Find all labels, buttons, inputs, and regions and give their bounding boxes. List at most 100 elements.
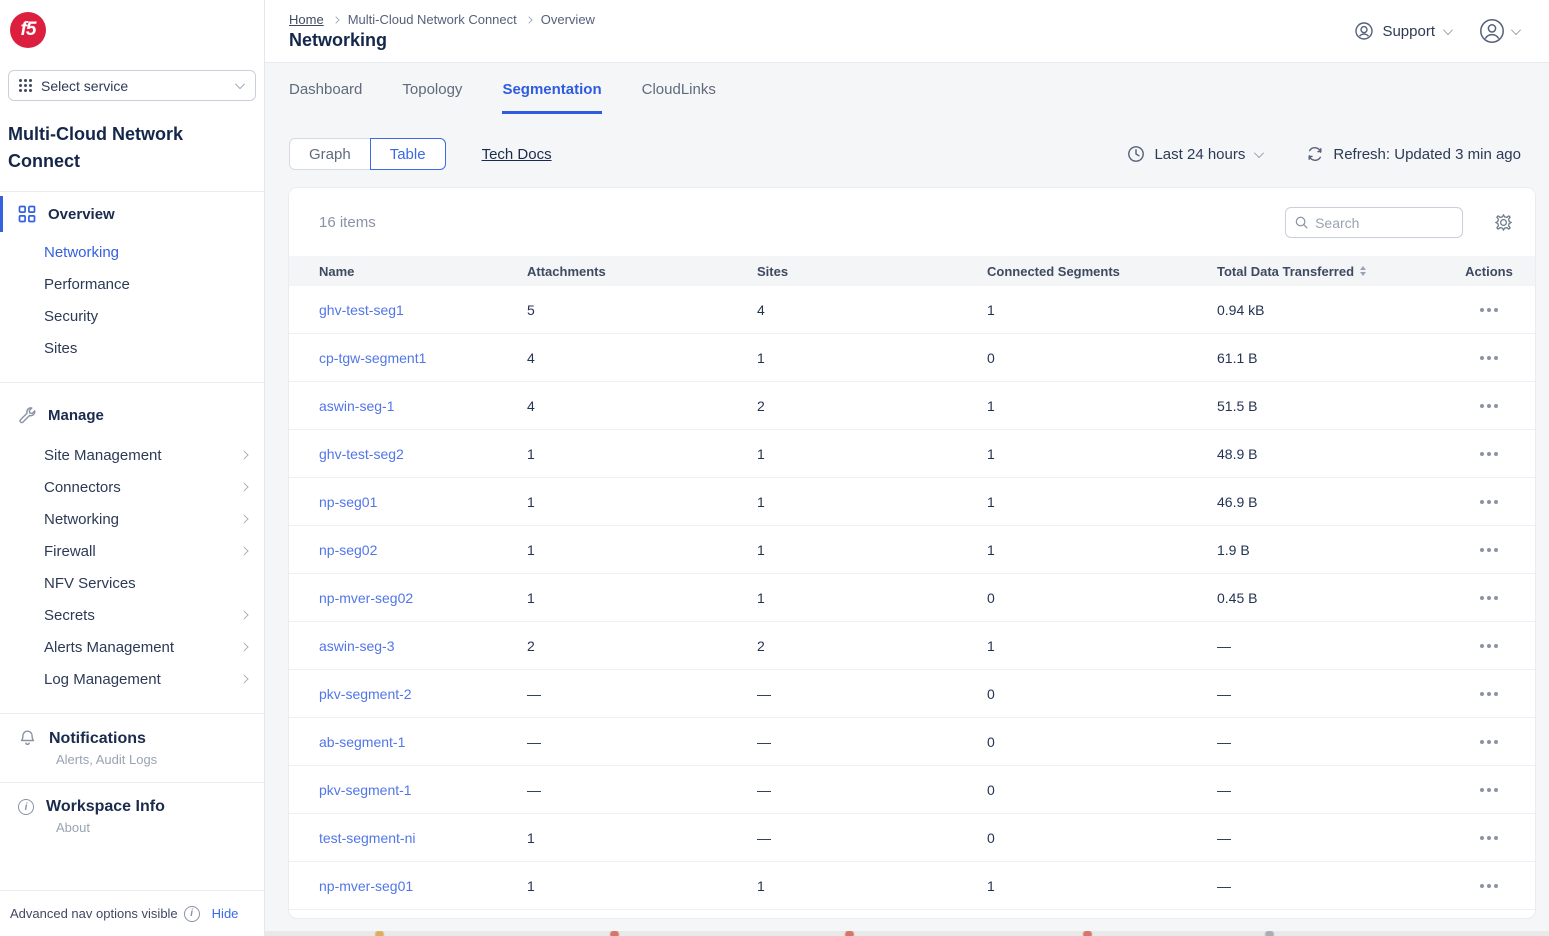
table-row: np-mver-seg01 1 1 1 — <box>289 862 1535 910</box>
graph-view-button[interactable]: Graph <box>289 138 371 170</box>
support-menu[interactable]: Support <box>1354 21 1453 41</box>
segment-name-link[interactable]: pkv-segment-1 <box>319 782 412 798</box>
sidebar-item-manage[interactable]: Manage <box>0 397 264 433</box>
cell-attachments: — <box>527 734 757 750</box>
segment-name-link[interactable]: ab-segment-1 <box>319 734 405 750</box>
chevron-right-icon <box>525 16 532 23</box>
sidebar-item-performance[interactable]: Performance <box>0 268 264 300</box>
time-range-label: Last 24 hours <box>1154 146 1245 163</box>
cell-actions <box>1457 494 1535 510</box>
wrench-icon <box>18 406 36 424</box>
sidebar-item[interactable]: Alerts Management <box>0 631 264 663</box>
sidebar-item-notifications[interactable]: Notifications Alerts, Audit Logs <box>0 713 264 782</box>
sidebar-item-label: Networking <box>44 244 119 261</box>
sidebar-item[interactable]: Site Management <box>0 439 264 471</box>
cell-sites: 2 <box>757 638 987 654</box>
tab-cloudlinks[interactable]: CloudLinks <box>642 81 716 114</box>
sidebar-item[interactable]: Log Management <box>0 663 264 695</box>
sidebar-item-sites[interactable]: Sites <box>0 332 264 364</box>
cell-connected-segments: 0 <box>987 830 1217 846</box>
segment-name-link[interactable]: ghv-test-seg2 <box>319 446 404 462</box>
segment-name-link[interactable]: np-mver-seg02 <box>319 590 413 606</box>
cell-actions <box>1457 638 1535 654</box>
time-range-dropdown[interactable]: Last 24 hours <box>1127 145 1264 163</box>
select-service-dropdown[interactable]: Select service <box>8 70 256 101</box>
segment-name-link[interactable]: cp-tgw-segment1 <box>319 350 426 366</box>
breadcrumb-home[interactable]: Home <box>289 12 324 27</box>
segment-name-link[interactable]: np-mver-seg01 <box>319 878 413 894</box>
sidebar-item-overview[interactable]: Overview <box>0 192 264 236</box>
search-input[interactable] <box>1315 215 1453 231</box>
sidebar-item-workspace-info[interactable]: i Workspace Info About <box>0 782 264 850</box>
sort-icon[interactable] <box>1360 266 1366 276</box>
sidebar-footer: Advanced nav options visible i Hide <box>0 890 264 936</box>
cell-sites: 1 <box>757 542 987 558</box>
sidebar-item[interactable]: Firewall <box>0 535 264 567</box>
cell-name: pkv-segment-1 <box>289 782 527 798</box>
table-settings-gear-icon[interactable] <box>1494 213 1513 232</box>
row-actions-menu-icon[interactable] <box>1476 878 1502 894</box>
cell-attachments: 1 <box>527 446 757 462</box>
breadcrumb-overview[interactable]: Overview <box>541 12 595 27</box>
sidebar-item-security[interactable]: Security <box>0 300 264 332</box>
segment-name-link[interactable]: np-seg02 <box>319 542 377 558</box>
cell-actions <box>1457 878 1535 894</box>
cell-actions <box>1457 830 1535 846</box>
sidebar-item-networking[interactable]: Networking <box>0 236 264 268</box>
hide-link[interactable]: Hide <box>212 906 239 921</box>
sidebar-item[interactable]: Secrets <box>0 599 264 631</box>
tab-topology[interactable]: Topology <box>402 81 462 114</box>
breadcrumb-mcn[interactable]: Multi-Cloud Network Connect <box>348 12 517 27</box>
table-header-bar: 16 items <box>289 188 1535 256</box>
row-actions-menu-icon[interactable] <box>1476 350 1502 366</box>
account-menu[interactable] <box>1479 18 1521 44</box>
row-actions-menu-icon[interactable] <box>1476 830 1502 846</box>
top-header: Home Multi-Cloud Network Connect Overvie… <box>265 0 1549 63</box>
cell-actions <box>1457 686 1535 702</box>
row-actions-menu-icon[interactable] <box>1476 590 1502 606</box>
cell-name: test-segment-ni <box>289 830 527 846</box>
chevron-right-icon <box>239 482 248 491</box>
tech-docs-link[interactable]: Tech Docs <box>482 146 552 163</box>
cell-sites: 4 <box>757 302 987 318</box>
cell-total-data: — <box>1217 638 1457 654</box>
cell-total-data: — <box>1217 686 1457 702</box>
col-total-data-transferred[interactable]: Total Data Transferred <box>1217 264 1457 279</box>
cell-name: np-seg01 <box>289 494 527 510</box>
row-actions-menu-icon[interactable] <box>1476 734 1502 750</box>
sidebar-item[interactable]: Networking <box>0 503 264 535</box>
main-area: Home Multi-Cloud Network Connect Overvie… <box>265 0 1549 936</box>
items-count: 16 items <box>319 214 376 231</box>
sidebar-item[interactable]: NFV Services <box>0 567 264 599</box>
segment-name-link[interactable]: np-seg01 <box>319 494 377 510</box>
sidebar-item-label: Alerts Management <box>44 639 174 656</box>
segment-name-link[interactable]: aswin-seg-1 <box>319 398 394 414</box>
row-actions-menu-icon[interactable] <box>1476 542 1502 558</box>
segment-name-link[interactable]: ghv-test-seg1 <box>319 302 404 318</box>
cell-total-data: 51.5 B <box>1217 398 1457 414</box>
sidebar-item-label: Connectors <box>44 479 121 496</box>
row-actions-menu-icon[interactable] <box>1476 686 1502 702</box>
segment-name-link[interactable]: test-segment-ni <box>319 830 415 846</box>
cutoff-content-strip <box>265 931 1549 936</box>
table-view-button[interactable]: Table <box>370 138 446 170</box>
sidebar-item[interactable]: Connectors <box>0 471 264 503</box>
tab-segmentation[interactable]: Segmentation <box>502 81 601 114</box>
cell-total-data: 0.94 kB <box>1217 302 1457 318</box>
cell-total-data: 46.9 B <box>1217 494 1457 510</box>
col-total-data-label: Total Data Transferred <box>1217 264 1354 279</box>
info-icon: i <box>184 906 200 922</box>
sidebar-item-label: Security <box>44 308 98 325</box>
workspace-title: Multi-Cloud Network Connect <box>8 121 256 175</box>
row-actions-menu-icon[interactable] <box>1476 446 1502 462</box>
row-actions-menu-icon[interactable] <box>1476 782 1502 798</box>
row-actions-menu-icon[interactable] <box>1476 494 1502 510</box>
segment-name-link[interactable]: pkv-segment-2 <box>319 686 412 702</box>
row-actions-menu-icon[interactable] <box>1476 398 1502 414</box>
row-actions-menu-icon[interactable] <box>1476 638 1502 654</box>
table-body: ghv-test-seg1 5 4 1 0.94 kB <box>289 286 1535 910</box>
tab-dashboard[interactable]: Dashboard <box>289 81 362 114</box>
row-actions-menu-icon[interactable] <box>1476 302 1502 318</box>
segment-name-link[interactable]: aswin-seg-3 <box>319 638 394 654</box>
refresh-button[interactable]: Refresh: Updated 3 min ago <box>1306 145 1521 163</box>
